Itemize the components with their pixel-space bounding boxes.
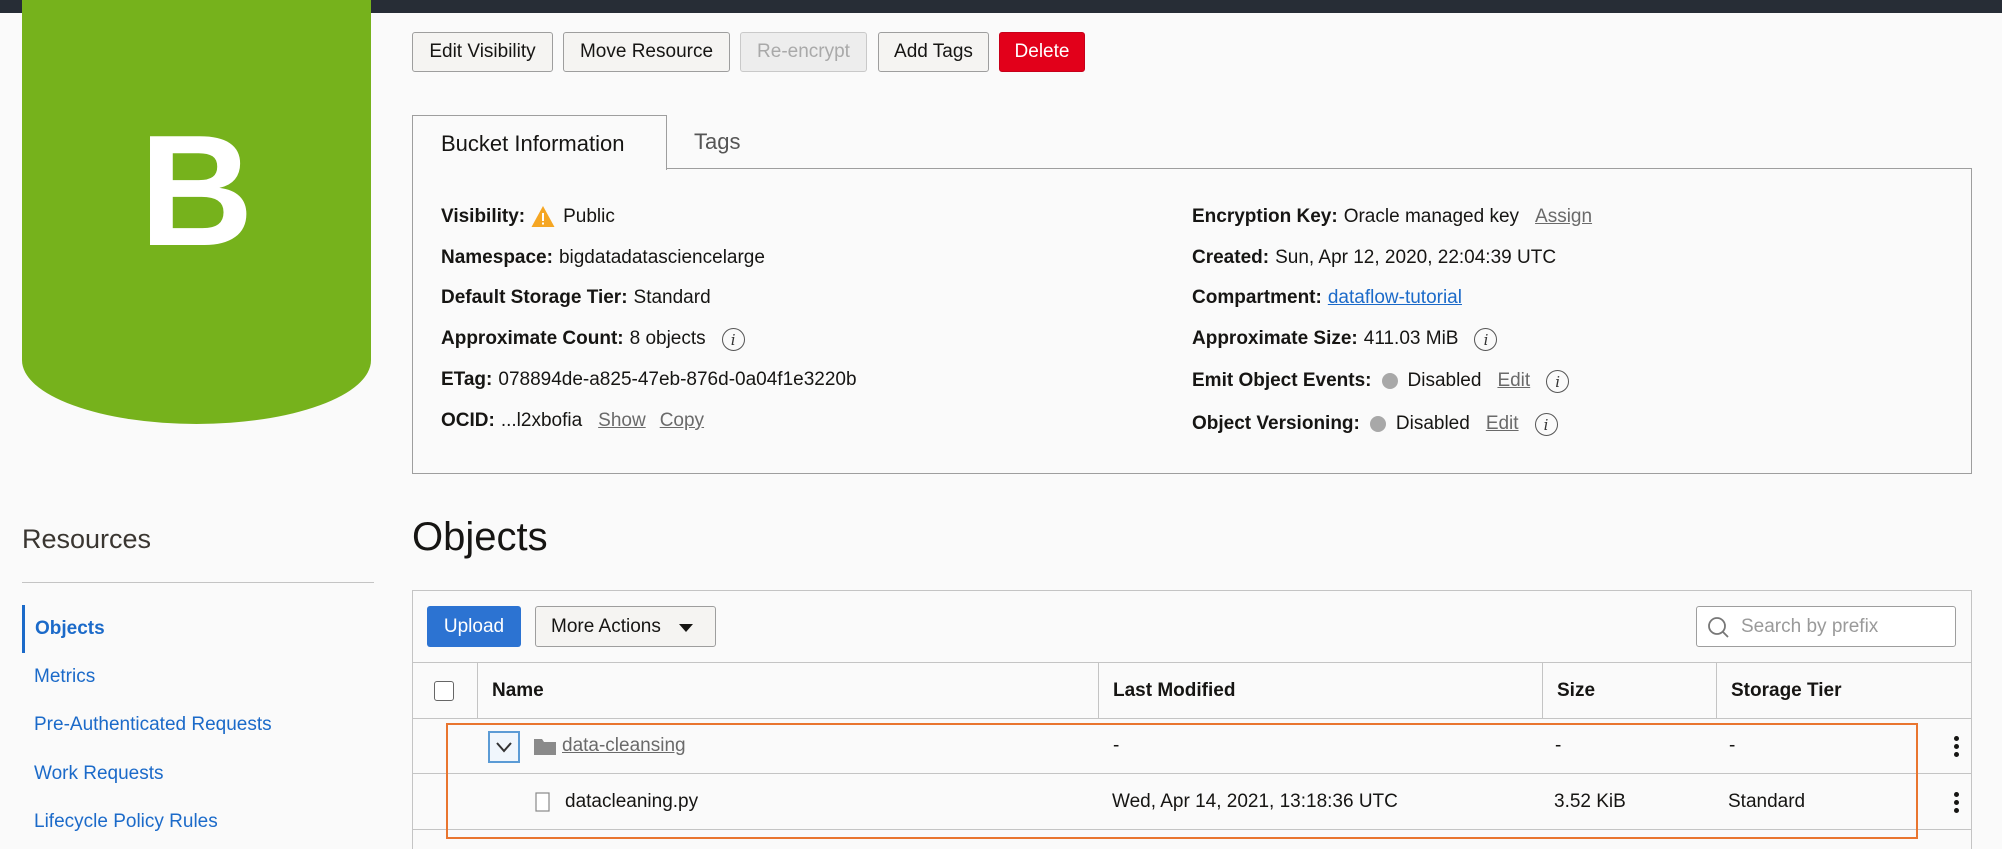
- info-icon[interactable]: i: [1546, 369, 1570, 393]
- size-cell: 3.52 KiB: [1554, 791, 1626, 812]
- versioning-label: Object Versioning:: [1192, 413, 1360, 434]
- last-modified-cell: Wed, Apr 14, 2021, 13:18:36 UTC: [1112, 791, 1398, 812]
- info-icon[interactable]: i: [721, 327, 745, 351]
- file-name[interactable]: datacleaning.py: [565, 774, 698, 829]
- storage-tier-cell: Standard: [1728, 791, 1806, 812]
- namespace-label: Namespace:: [441, 247, 553, 268]
- column-header-storage-tier[interactable]: Storage Tier: [1716, 663, 1971, 718]
- count-label: Approximate Count:: [441, 328, 624, 349]
- move-resource-button[interactable]: Move Resource: [563, 32, 730, 72]
- size-cell: -: [1555, 735, 1562, 756]
- ocid-copy-link[interactable]: Copy: [660, 407, 704, 435]
- size-value: 411.03 MiB: [1363, 328, 1459, 349]
- events-row: Emit Object Events: Disabled Edit i: [1192, 367, 1570, 395]
- size-label: Approximate Size:: [1192, 328, 1358, 349]
- table-row: datacleaning.py Wed, Apr 14, 2021, 13:18…: [413, 774, 1971, 830]
- bucket-letter: B: [139, 103, 254, 279]
- column-header-last-modified[interactable]: Last Modified: [1098, 663, 1542, 718]
- select-all-checkbox[interactable]: [434, 681, 454, 701]
- folder-icon: [533, 718, 557, 773]
- sidebar-item-lifecycle-policy-rules[interactable]: Lifecycle Policy Rules: [22, 798, 218, 846]
- sidebar-item-objects[interactable]: Objects: [22, 605, 105, 653]
- compartment-row: Compartment: dataflow-tutorial: [1192, 284, 1462, 312]
- versioning-row: Object Versioning: Disabled Edit i: [1192, 410, 1558, 438]
- storage-tier-label: Default Storage Tier:: [441, 287, 628, 308]
- ocid-label: OCID:: [441, 410, 495, 431]
- search-input[interactable]: [1739, 612, 1948, 642]
- etag-row: ETag: 078894de-a825-47eb-876d-0a04f1e322…: [441, 366, 857, 394]
- created-value: Sun, Apr 12, 2020, 22:04:39 UTC: [1275, 247, 1557, 268]
- compartment-label: Compartment:: [1192, 287, 1322, 308]
- search-box[interactable]: [1696, 606, 1956, 647]
- etag-value: 078894de-a825-47eb-876d-0a04f1e3220b: [498, 369, 857, 390]
- versioning-value: Disabled: [1395, 413, 1470, 434]
- ocid-value: ...l2xbofia: [500, 410, 583, 431]
- sidebar-item-metrics[interactable]: Metrics: [22, 653, 95, 701]
- caret-down-icon: [679, 624, 693, 632]
- visibility-label: Visibility:: [441, 206, 526, 227]
- chevron-down-icon: [496, 742, 512, 753]
- info-icon[interactable]: i: [1474, 327, 1498, 351]
- namespace-row: Namespace: bigdatadatasciencelarge: [441, 244, 765, 272]
- encryption-row: Encryption Key: Oracle managed key Assig…: [1192, 203, 1592, 231]
- visibility-row: Visibility: Public: [441, 203, 615, 231]
- bucket-icon: B: [22, 0, 371, 424]
- objects-title: Objects: [412, 515, 548, 559]
- created-label: Created:: [1192, 247, 1270, 268]
- count-value: 8 objects: [629, 328, 706, 349]
- namespace-value: bigdatadatasciencelarge: [558, 247, 765, 268]
- file-icon: [535, 774, 551, 829]
- etag-label: ETag:: [441, 369, 493, 390]
- tab-tags[interactable]: Tags: [670, 115, 790, 170]
- table-row: data-cleansing - - -: [413, 718, 1971, 774]
- add-tags-button[interactable]: Add Tags: [878, 32, 989, 72]
- events-edit-link[interactable]: Edit: [1497, 367, 1530, 395]
- storage-tier-cell: -: [1729, 735, 1736, 756]
- storage-tier-value: Standard: [633, 287, 711, 308]
- re-encrypt-button[interactable]: Re-encrypt: [740, 32, 867, 72]
- delete-button[interactable]: Delete: [999, 32, 1085, 72]
- folder-name-link[interactable]: data-cleansing: [562, 718, 686, 773]
- divider: [22, 582, 374, 583]
- ocid-row: OCID: ...l2xbofia Show Copy: [441, 407, 704, 435]
- more-actions-label: More Actions: [551, 616, 661, 637]
- edit-visibility-button[interactable]: Edit Visibility: [412, 32, 553, 72]
- sidebar-item-work-requests[interactable]: Work Requests: [22, 750, 164, 798]
- row-actions-menu-icon[interactable]: [1954, 792, 1960, 816]
- storage-tier-row: Default Storage Tier: Standard: [441, 284, 711, 312]
- encryption-label: Encryption Key:: [1192, 206, 1338, 227]
- versioning-edit-link[interactable]: Edit: [1486, 410, 1519, 438]
- sidebar-item-pre-authenticated-requests[interactable]: Pre-Authenticated Requests: [22, 701, 272, 749]
- more-actions-button[interactable]: More Actions: [535, 606, 716, 647]
- expand-toggle[interactable]: [488, 731, 520, 763]
- column-header-size[interactable]: Size: [1542, 663, 1716, 718]
- visibility-value: Public: [563, 206, 615, 227]
- count-row: Approximate Count: 8 objects i: [441, 325, 745, 353]
- events-label: Emit Object Events:: [1192, 370, 1372, 391]
- table-header: Name Last Modified Size Storage Tier: [413, 662, 1971, 719]
- row-actions-menu-icon[interactable]: [1954, 736, 1960, 760]
- info-icon[interactable]: i: [1534, 412, 1558, 436]
- tab-bucket-information[interactable]: Bucket Information: [412, 115, 667, 170]
- search-icon: [1708, 617, 1729, 638]
- status-dot-icon: [1369, 416, 1386, 432]
- upload-button[interactable]: Upload: [427, 606, 521, 647]
- encryption-value: Oracle managed key: [1343, 206, 1520, 227]
- compartment-link[interactable]: dataflow-tutorial: [1328, 284, 1462, 312]
- size-row: Approximate Size: 411.03 MiB i: [1192, 325, 1498, 353]
- last-modified-cell: -: [1113, 735, 1120, 756]
- warning-icon: [531, 206, 555, 227]
- ocid-show-link[interactable]: Show: [598, 407, 646, 435]
- resources-title: Resources: [22, 524, 152, 554]
- created-row: Created: Sun, Apr 12, 2020, 22:04:39 UTC: [1192, 244, 1556, 272]
- encryption-assign-link[interactable]: Assign: [1535, 203, 1592, 231]
- events-value: Disabled: [1407, 370, 1482, 391]
- status-dot-icon: [1381, 373, 1398, 389]
- column-header-name[interactable]: Name: [477, 663, 913, 718]
